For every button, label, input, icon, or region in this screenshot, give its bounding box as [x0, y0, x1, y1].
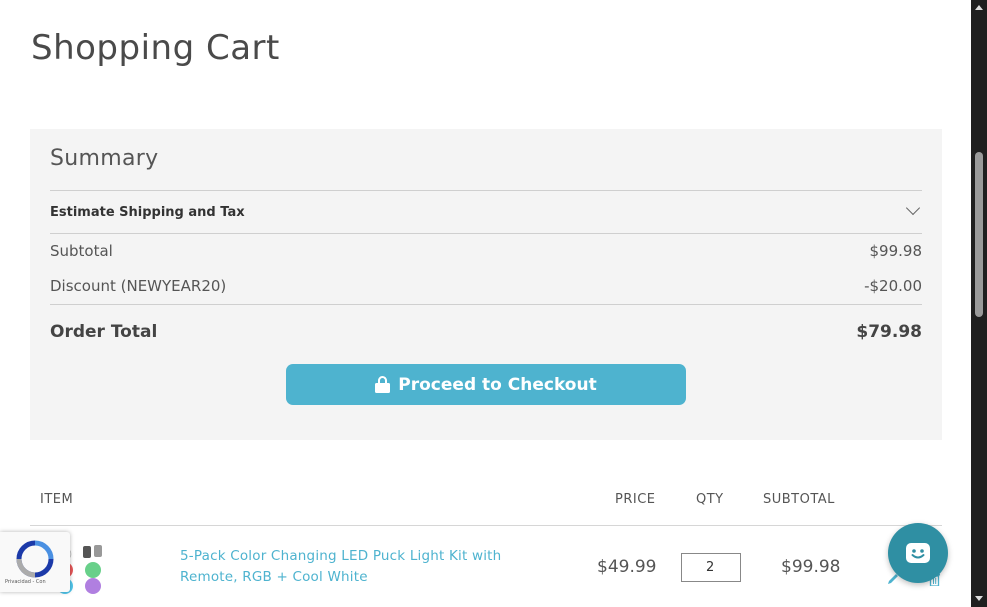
- order-total-value: $79.98: [856, 322, 922, 342]
- product-name-link[interactable]: 5-Pack Color Changing LED Puck Light Kit…: [180, 546, 540, 588]
- scrollbar-thumb[interactable]: [975, 152, 983, 317]
- recaptcha-icon: [16, 540, 54, 578]
- divider: [50, 233, 922, 234]
- column-header-item: ITEM: [40, 492, 74, 507]
- discount-row: Discount (NEWYEAR20) -$20.00: [50, 275, 922, 297]
- summary-title: Summary: [50, 146, 159, 171]
- estimate-shipping-label: Estimate Shipping and Tax: [50, 204, 245, 220]
- divider: [50, 304, 922, 305]
- order-total-label: Order Total: [50, 322, 158, 342]
- scroll-up-arrow-icon[interactable]: [975, 5, 983, 10]
- column-header-qty: QTY: [696, 492, 724, 507]
- proceed-to-checkout-button[interactable]: Proceed to Checkout: [286, 364, 686, 405]
- subtotal-value: $99.98: [869, 242, 923, 260]
- chat-icon: [906, 543, 930, 563]
- checkout-label: Proceed to Checkout: [398, 374, 597, 395]
- quantity-input[interactable]: [681, 553, 741, 582]
- table-divider: [30, 525, 942, 526]
- scroll-down-arrow-icon[interactable]: [975, 596, 983, 601]
- lock-icon: [375, 376, 391, 393]
- page-title: Shopping Cart: [31, 28, 280, 68]
- chevron-down-icon: [905, 200, 921, 216]
- estimate-shipping-toggle[interactable]: Estimate Shipping and Tax: [50, 191, 922, 233]
- subtotal-row: Subtotal $99.98: [50, 240, 922, 262]
- scrollbar[interactable]: [971, 0, 987, 607]
- discount-label: Discount (NEWYEAR20): [50, 277, 227, 295]
- recaptcha-badge[interactable]: Privacidad - Con: [0, 532, 70, 592]
- discount-value: -$20.00: [864, 277, 922, 295]
- order-total-row: Order Total $79.98: [50, 320, 922, 344]
- cart-summary: Summary Estimate Shipping and Tax Subtot…: [30, 129, 942, 440]
- recaptcha-privacy-text[interactable]: Privacidad - Con: [5, 579, 46, 585]
- column-header-subtotal: SUBTOTAL: [763, 492, 835, 507]
- subtotal-label: Subtotal: [50, 242, 113, 260]
- column-header-price: PRICE: [615, 492, 656, 507]
- item-price: $49.99: [597, 557, 657, 577]
- item-subtotal: $99.98: [781, 557, 841, 577]
- chat-button[interactable]: [888, 523, 948, 583]
